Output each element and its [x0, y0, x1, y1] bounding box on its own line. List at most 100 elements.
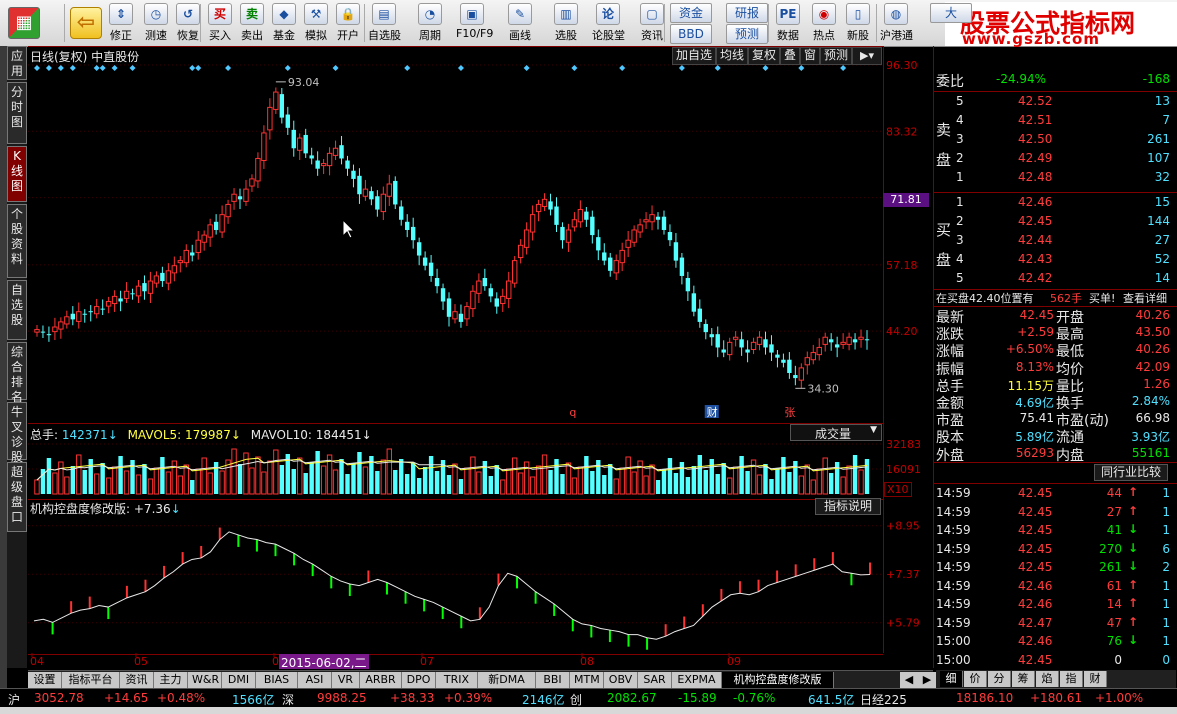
chart-button-1[interactable]: 均线 [716, 47, 749, 65]
indicator-tab-12[interactable]: 新DMA [478, 672, 536, 688]
toolbar-button-2[interactable]: ⇕ 修正 [105, 2, 137, 44]
indicator-tab-5[interactable]: DMI [222, 672, 256, 688]
sell_book-row[interactable]: 2 42.49 107 [936, 149, 1176, 167]
indicator-explain-button[interactable]: 指标说明 [815, 498, 881, 515]
candle-body [619, 249, 625, 264]
indicator-tab-6[interactable]: BIAS [256, 672, 298, 688]
indicator-tab-14[interactable]: MTM [570, 672, 604, 688]
candle-body [458, 313, 464, 322]
volume-bar [732, 466, 739, 495]
volume-bar [584, 456, 589, 494]
indicator-tab-15[interactable]: OBV [604, 672, 638, 688]
chart-button-5[interactable]: 预测 [820, 47, 853, 65]
buy_book-row[interactable]: 2 42.45 144 [936, 212, 1176, 230]
candle-body [416, 242, 422, 256]
tick-count: 1 [1162, 615, 1170, 630]
toolbar-button-14[interactable]: ▥ 选股 [550, 2, 582, 44]
chart-menu-button[interactable]: ▶▾ [852, 47, 882, 65]
toolbar-button-21[interactable]: PE 数据 [772, 2, 804, 44]
event-marker-label[interactable]: q [569, 406, 576, 419]
volume-bar [673, 473, 679, 494]
view-detail-link[interactable]: 查看详细 [1123, 290, 1167, 306]
toolbar-button-7[interactable]: ◆ 基金 [268, 2, 300, 44]
toolbar-button-3[interactable]: ◷ 测速 [140, 2, 172, 44]
buy_book-row[interactable]: 1 42.46 15 [936, 193, 1176, 211]
quote-tab-6[interactable]: 财 [1084, 671, 1107, 687]
toolbar-label-21: 数据 [777, 29, 799, 42]
indicator-tab-4[interactable]: W&R [188, 672, 222, 688]
indicator-tab-13[interactable]: BBI [536, 672, 570, 688]
quote-tab-1[interactable]: 价 [964, 671, 987, 687]
toolbar-button-6[interactable]: 卖卖出 [236, 2, 268, 44]
volume-bar [756, 474, 763, 495]
bid-notice-action: 买单! [1089, 292, 1116, 305]
toolbar-button-22[interactable]: ◉ 热点 [808, 2, 840, 44]
toolbar-button-5[interactable]: 买买入 [204, 2, 236, 44]
lock-icon: 🔒 [336, 3, 360, 25]
toolbar-button-25[interactable]: 大 [930, 3, 972, 23]
sell_book-row[interactable]: 1 42.48 32 [936, 168, 1176, 186]
scroll-right-icon[interactable]: ▶ [918, 672, 937, 688]
indicator-tab-7[interactable]: ASI [298, 672, 332, 688]
quote-tab-5[interactable]: 指 [1060, 671, 1083, 687]
toolbar-button-9[interactable]: 🔒 开户 [332, 2, 364, 44]
toolbar-button-17[interactable]: 资金 [670, 3, 712, 23]
chart-button-3[interactable]: 叠 [780, 47, 801, 65]
indicator-tab-9[interactable]: ARBR [360, 672, 402, 688]
tick-time: 14:59 [936, 486, 971, 500]
sell_book-row[interactable]: 3 42.50 261 [936, 130, 1176, 148]
indicator-tab-10[interactable]: DPO [402, 672, 436, 688]
indicator-tab-17[interactable]: EXPMA [672, 672, 722, 688]
indicator-tab-18[interactable]: 机构控盘度修改版 [722, 672, 834, 688]
scroll-left-icon[interactable]: ◀ [900, 672, 919, 688]
toolbar-button-23[interactable]: ▯ 新股 [842, 2, 874, 44]
volume-indicator-dropdown[interactable]: 成交量 ▼ [790, 424, 882, 441]
toolbar-button-10[interactable]: ▤ 自选股 [368, 2, 401, 44]
toolbar-button-19[interactable]: 研报 [726, 3, 768, 23]
signal-diamond [93, 65, 100, 71]
bid-notice-volume: 562手 [1050, 292, 1082, 305]
indicator-tab-label: EXPMA [677, 673, 716, 686]
tick-count: 1 [1162, 523, 1170, 537]
toolbar-button-1[interactable]: ⇦ [70, 2, 102, 44]
indicator-tab-2[interactable]: 资讯 [120, 672, 154, 688]
candle-body [135, 285, 142, 297]
toolbar-button-15[interactable]: 论论股堂 [592, 2, 625, 44]
event-marker-label[interactable]: 张 [784, 406, 795, 419]
toolbar-button-18[interactable]: BBD [670, 24, 712, 44]
chart-button-4[interactable]: 窗 [800, 47, 821, 65]
buy_book-row[interactable]: 4 42.43 52 [936, 250, 1176, 268]
chart-button-label: 加自选 [676, 48, 713, 62]
toolbar-button-11[interactable]: ◔ 周期 [414, 2, 446, 44]
indicator-tab-0[interactable]: 设置 [28, 672, 62, 688]
toolbar-button-24[interactable]: ◍ 沪港通 [880, 2, 913, 44]
toolbar-button-0[interactable]: ▦ [4, 2, 44, 44]
indicator-tab-8[interactable]: VR [332, 672, 360, 688]
toolbar-button-12[interactable]: ▣ F10/F9 [456, 2, 493, 44]
toolbar-button-20[interactable]: 预测 [726, 24, 768, 44]
quote-tab-3[interactable]: 筹 [1012, 671, 1035, 687]
buy_book-row[interactable]: 3 42.44 27 [936, 231, 1176, 249]
candle-body [506, 280, 512, 299]
sell_book-row[interactable]: 5 42.52 13 [936, 92, 1176, 110]
event-marker-label[interactable]: 财 [707, 405, 718, 419]
industry-compare-button[interactable]: 同行业比较 [1094, 464, 1168, 481]
candle-body [517, 244, 524, 259]
quote-tab-0[interactable]: 细 [940, 671, 963, 687]
chart-button-2[interactable]: 复权 [748, 47, 781, 65]
candle-body [488, 288, 494, 297]
volume-bar [852, 455, 858, 494]
sell_book-row[interactable]: 4 42.51 7 [936, 111, 1176, 129]
quote-tab-4[interactable]: 焰 [1036, 671, 1059, 687]
indicator-tab-3[interactable]: 主力 [154, 672, 188, 688]
tick-time: 14:59 [936, 541, 971, 556]
f10-icon: ▣ [460, 3, 484, 25]
chart-button-0[interactable]: 加自选 [672, 47, 717, 65]
indicator-tab-16[interactable]: SAR [638, 672, 672, 688]
quote-tab-2[interactable]: 分 [988, 671, 1011, 687]
indicator-tab-1[interactable]: 指标平台 [62, 672, 120, 688]
toolbar-button-13[interactable]: ✎ 画线 [504, 2, 536, 44]
toolbar-button-8[interactable]: ⚒ 模拟 [300, 2, 332, 44]
indicator-tab-11[interactable]: TRIX [436, 672, 478, 688]
buy_book-row[interactable]: 5 42.42 14 [936, 269, 1176, 287]
